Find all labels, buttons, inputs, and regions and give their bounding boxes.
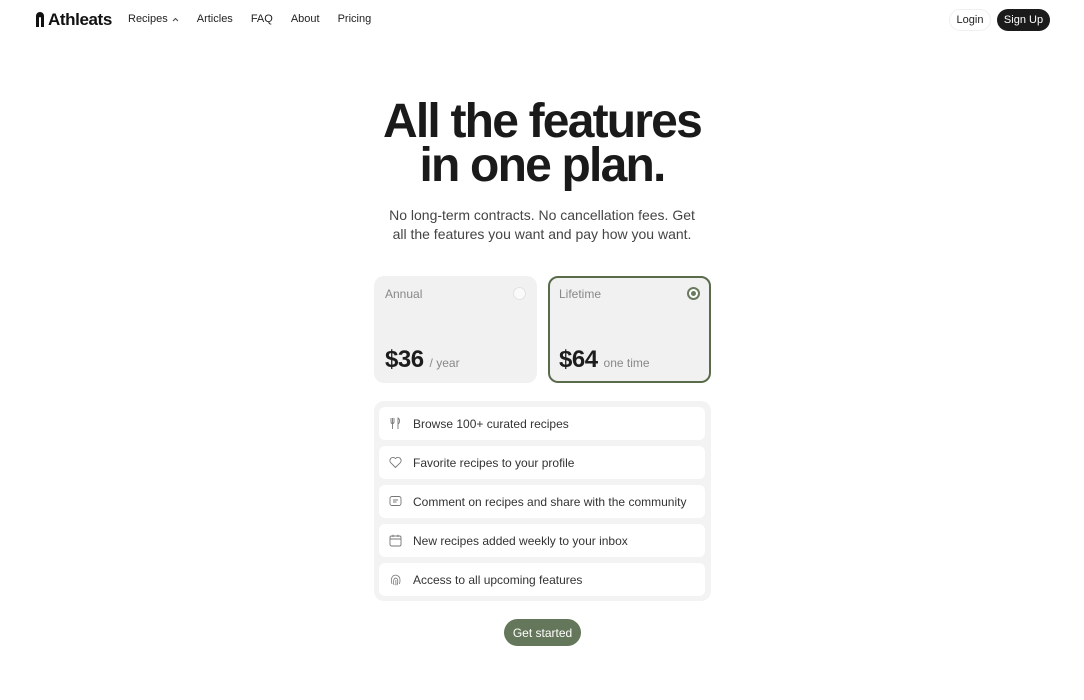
plan-price: $64 one time	[559, 346, 650, 374]
title-line-2: in one plan.	[419, 139, 666, 192]
feature-item: Access to all upcoming features	[379, 563, 705, 596]
brand-logo[interactable]: Athleats	[34, 10, 112, 30]
nav-recipes-label: Recipes	[128, 13, 168, 25]
comment-icon	[389, 496, 402, 506]
nav-faq[interactable]: FAQ	[251, 13, 273, 25]
plan-price: $36 / year	[385, 346, 460, 374]
feature-list: Browse 100+ curated recipes Favorite rec…	[374, 401, 711, 601]
calendar-icon	[389, 534, 402, 547]
feature-item: Comment on recipes and share with the co…	[379, 485, 705, 518]
feature-item: Favorite recipes to your profile	[379, 446, 705, 479]
plan-card-lifetime[interactable]: Lifetime $64 one time	[548, 276, 711, 383]
plan-radio-lifetime[interactable]	[687, 287, 700, 300]
plan-name: Lifetime	[559, 287, 602, 301]
signup-button[interactable]: Sign Up	[997, 9, 1050, 31]
brand-name: Athleats	[48, 10, 112, 29]
logo-mark-icon	[36, 12, 44, 27]
heart-icon	[389, 456, 402, 469]
plan-radio-annual[interactable]	[513, 287, 526, 300]
feature-text: New recipes added weekly to your inbox	[413, 533, 628, 548]
page-title: All the features in one plan.	[0, 95, 1084, 192]
feature-item: New recipes added weekly to your inbox	[379, 524, 705, 557]
feature-text: Browse 100+ curated recipes	[413, 416, 569, 431]
nav-links: Recipes Articles FAQ About Pricing	[128, 13, 389, 25]
nav-about[interactable]: About	[291, 13, 320, 25]
feature-text: Comment on recipes and share with the co…	[413, 494, 687, 509]
plan-name: Annual	[385, 287, 423, 301]
nav-recipes[interactable]: Recipes	[128, 13, 179, 25]
login-button[interactable]: Login	[949, 9, 991, 31]
fingerprint-icon	[390, 574, 401, 586]
feature-text: Access to all upcoming features	[413, 572, 583, 587]
price-amount: $36	[385, 346, 424, 373]
utensils-icon	[390, 417, 400, 429]
plan-card-annual[interactable]: Annual $36 / year	[374, 276, 537, 383]
feature-item: Browse 100+ curated recipes	[379, 407, 705, 440]
pricing-page: Athleats Recipes Articles FAQ About Pric…	[0, 0, 1084, 700]
title-line-1: All the features	[383, 95, 703, 148]
price-amount: $64	[559, 346, 598, 373]
nav-pricing[interactable]: Pricing	[338, 13, 372, 25]
get-started-button[interactable]: Get started	[504, 619, 581, 646]
price-unit: one time	[603, 356, 650, 370]
nav-articles[interactable]: Articles	[197, 13, 233, 25]
feature-text: Favorite recipes to your profile	[413, 455, 575, 470]
chevron-up-icon	[172, 17, 179, 21]
price-unit: / year	[429, 356, 460, 370]
top-nav: Athleats Recipes Articles FAQ About Pric…	[0, 0, 1084, 40]
page-subtitle: No long-term contracts. No cancellation …	[389, 207, 695, 242]
